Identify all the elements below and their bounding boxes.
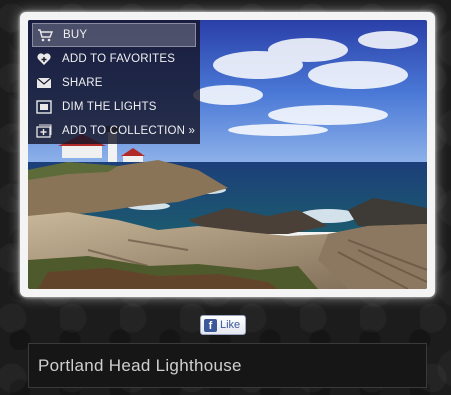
facebook-like-button[interactable]: f Like bbox=[200, 315, 247, 335]
heart-plus-icon bbox=[36, 52, 52, 66]
like-label: Like bbox=[220, 319, 241, 331]
menu-item-add-to-collection[interactable]: ADD TO COLLECTION » bbox=[32, 119, 196, 143]
photo-frame: BUY ADD TO FAVORITES SHARE DIM THE LIGHT… bbox=[20, 12, 435, 297]
photo-title: Portland Head Lighthouse bbox=[38, 355, 242, 375]
cart-icon bbox=[37, 28, 53, 42]
dim-lights-icon bbox=[36, 100, 52, 114]
envelope-icon bbox=[36, 76, 52, 90]
photo-actions-menu: BUY ADD TO FAVORITES SHARE DIM THE LIGHT… bbox=[28, 20, 200, 144]
menu-item-buy[interactable]: BUY bbox=[32, 23, 196, 47]
menu-item-label: ADD TO FAVORITES bbox=[62, 53, 176, 65]
collection-add-icon bbox=[36, 124, 52, 138]
menu-item-dim-the-lights[interactable]: DIM THE LIGHTS bbox=[32, 95, 196, 119]
menu-item-label: ADD TO COLLECTION » bbox=[62, 125, 196, 137]
lighthouse-photo[interactable]: BUY ADD TO FAVORITES SHARE DIM THE LIGHT… bbox=[28, 20, 427, 289]
menu-item-label: DIM THE LIGHTS bbox=[62, 101, 157, 113]
menu-item-label: SHARE bbox=[62, 77, 103, 89]
facebook-icon: f bbox=[204, 318, 217, 332]
menu-item-label: BUY bbox=[63, 29, 88, 41]
photo-caption: Portland Head Lighthouse bbox=[28, 343, 427, 388]
menu-item-share[interactable]: SHARE bbox=[32, 71, 196, 95]
menu-item-add-to-favorites[interactable]: ADD TO FAVORITES bbox=[32, 47, 196, 71]
